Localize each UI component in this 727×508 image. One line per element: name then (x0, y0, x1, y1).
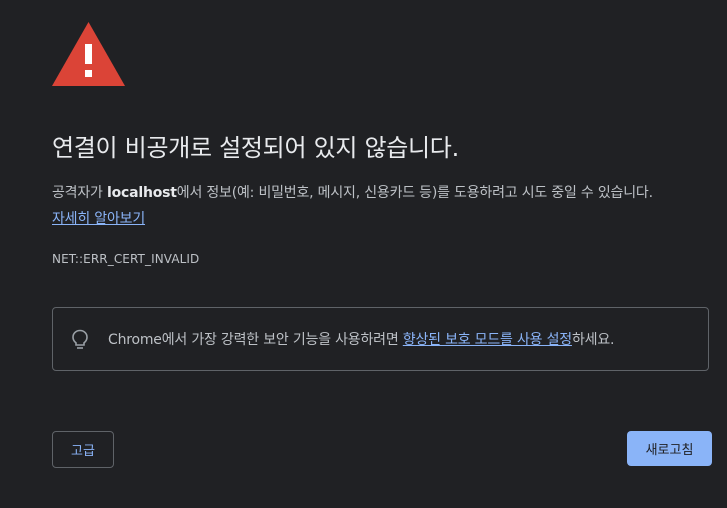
warning-description: 공격자가 localhost에서 정보(예: 비밀번호, 메시지, 신용카드 등… (52, 180, 727, 232)
learn-more-link[interactable]: 자세히 알아보기 (52, 211, 145, 227)
interstitial-page: 연결이 비공개로 설정되어 있지 않습니다. 공격자가 localhost에서 … (0, 0, 727, 508)
promo-suffix: 하세요. (571, 332, 615, 348)
error-code: NET::ERR_CERT_INVALID (52, 252, 200, 266)
promo-text: Chrome에서 가장 강력한 보안 기능을 사용하려면 향상된 보호 모드를 … (108, 329, 614, 349)
page-title: 연결이 비공개로 설정되어 있지 않습니다. (52, 134, 459, 162)
lightbulb-icon (72, 329, 88, 349)
enable-enhanced-protection-link[interactable]: 향상된 보호 모드를 사용 설정 (403, 332, 572, 348)
enhanced-protection-promo: Chrome에서 가장 강력한 보안 기능을 사용하려면 향상된 보호 모드를 … (52, 307, 709, 371)
warning-triangle-icon (52, 22, 125, 86)
advanced-button[interactable]: 고급 (52, 431, 114, 468)
promo-prefix: Chrome에서 가장 강력한 보안 기능을 사용하려면 (108, 332, 403, 348)
description-prefix: 공격자가 (52, 185, 107, 201)
description-suffix: 에서 정보(예: 비밀번호, 메시지, 신용카드 등)를 도용하려고 시도 중일… (176, 185, 653, 201)
reload-button[interactable]: 새로고침 (627, 431, 712, 466)
host-name: localhost (106, 185, 177, 201)
